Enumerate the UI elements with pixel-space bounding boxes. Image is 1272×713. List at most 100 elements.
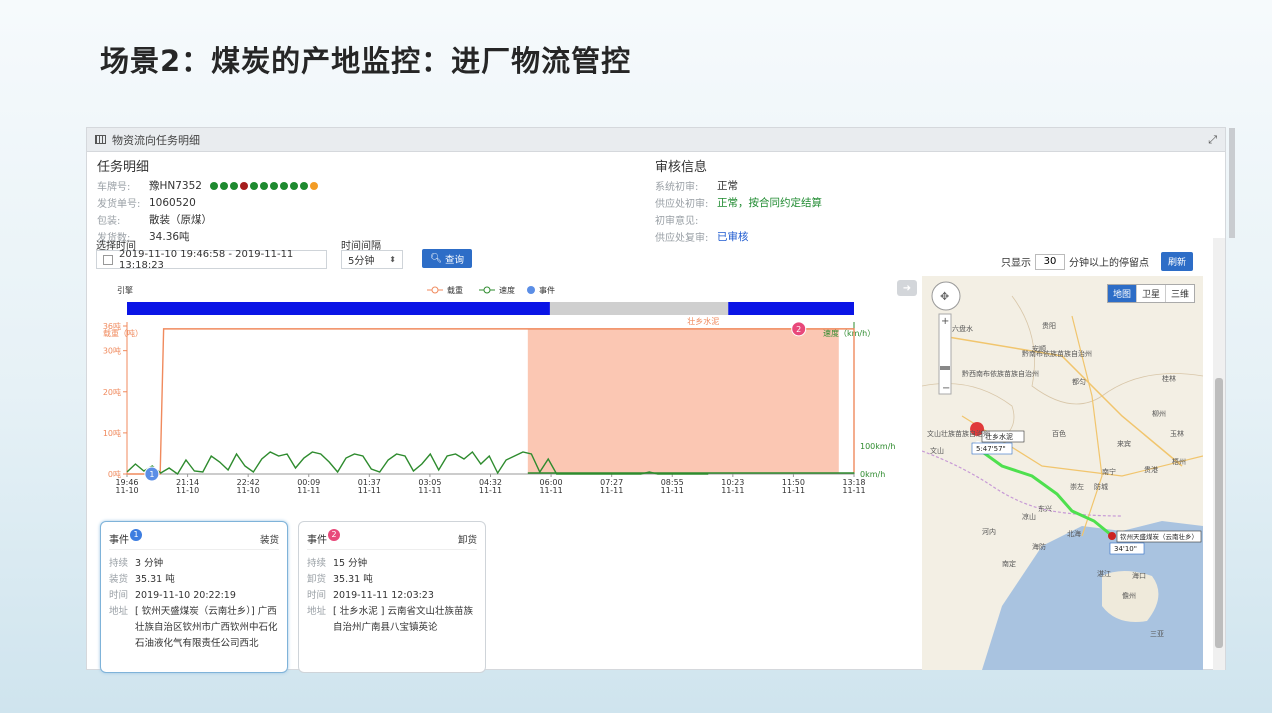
scrollbar-thumb[interactable] bbox=[1215, 378, 1223, 648]
plate-value: 豫HN7352 bbox=[149, 180, 202, 192]
status-dot bbox=[279, 181, 288, 190]
event-badge: 1 bbox=[130, 528, 142, 541]
legend-speed-label: 速度 bbox=[499, 285, 515, 295]
panel-title: 物资流向任务明细 bbox=[112, 133, 200, 147]
map-place-label: 海防 bbox=[1032, 542, 1046, 551]
event-title: 事件 bbox=[109, 535, 129, 546]
legend-load-label: 载重 bbox=[447, 285, 463, 295]
event-row: 时间 2019-11-11 12:03:23 bbox=[307, 590, 434, 601]
plate-label: 车牌号: bbox=[97, 182, 131, 193]
map-place-label: 凉山 bbox=[1022, 512, 1036, 521]
map-place-label: 北海 bbox=[1067, 529, 1081, 538]
stop-minutes-input[interactable] bbox=[1034, 253, 1065, 270]
task-row-order: 发货单号: 1060520 bbox=[97, 194, 597, 211]
audit-row-opinion: 初审意见: bbox=[655, 211, 1155, 228]
road bbox=[1071, 315, 1103, 537]
map-place-label: 六盘水 bbox=[952, 324, 973, 333]
zone-label: 壮乡水泥 bbox=[687, 316, 719, 326]
event-badge: 2 bbox=[328, 528, 340, 541]
map-place-label: 海口 bbox=[1132, 571, 1146, 580]
audit-info: 审核信息 系统初审: 正常 供应处初审: 正常，按合同约定结算 初审意见: 供应… bbox=[655, 156, 1155, 245]
interval-select[interactable]: 5分钟 ⬍ bbox=[341, 250, 403, 269]
panel-header: 物资流向任务明细 ⤢ bbox=[87, 128, 1225, 152]
map-place-label: 梧州 bbox=[1172, 457, 1186, 466]
y-left-tick-label: 30吨 bbox=[103, 346, 121, 356]
legend-load-marker bbox=[431, 286, 439, 294]
supply-audit-value: 正常，按合同约定结算 bbox=[717, 197, 822, 209]
event-card-header: 事件 1 装货 bbox=[109, 528, 279, 550]
map-place-label: 贵港 bbox=[1144, 465, 1158, 474]
event-title: 事件 bbox=[307, 535, 327, 546]
route-map[interactable]: 壮乡水泥 5:47'57" 钦州天盛煤炭（云南壮乡） 34'10" 六盘水 贵阳安… bbox=[922, 276, 1203, 670]
engine-bar-segment bbox=[728, 302, 854, 315]
x-tick-label: 11-11 bbox=[721, 486, 744, 495]
task-detail-panel: 物资流向任务明细 ⤢ 任务明细 车牌号: 豫HN7352 发货单号: 10605… bbox=[86, 127, 1235, 673]
status-dot bbox=[309, 181, 318, 190]
x-tick-label: 11-11 bbox=[782, 486, 805, 495]
table-icon bbox=[95, 135, 106, 144]
x-tick-label: 11-10 bbox=[115, 486, 138, 495]
stop-suffix: 分钟以上的停留点 bbox=[1068, 258, 1149, 269]
stop-prefix: 只显示 bbox=[1000, 258, 1031, 269]
event-kind: 装货 bbox=[259, 534, 279, 546]
time-range-value: 2019-11-10 19:46:58 - 2019-11-11 13:18:2… bbox=[119, 248, 294, 271]
y-left-tick-label: 10吨 bbox=[103, 428, 121, 438]
page-scrollbar[interactable] bbox=[1213, 238, 1225, 670]
x-tick-label: 11-11 bbox=[479, 486, 502, 495]
refresh-button[interactable]: 刷新 bbox=[1160, 252, 1193, 271]
task-info-title: 任务明细 bbox=[97, 160, 150, 175]
y-left-tick-label: 36吨 bbox=[103, 321, 121, 331]
map-canvas[interactable]: 壮乡水泥 5:47'57" 钦州天盛煤炭（云南壮乡） 34'10" 六盘水 贵阳安… bbox=[922, 276, 1203, 670]
x-tick-label: 11-11 bbox=[539, 486, 562, 495]
map-place-label: 儋州 bbox=[1122, 591, 1136, 600]
end-time-label: 5:47'57" bbox=[976, 445, 1006, 453]
zoom-out-icon[interactable]: − bbox=[942, 383, 950, 394]
engine-bar-segment bbox=[549, 302, 729, 315]
panel-scrollbar[interactable] bbox=[1229, 128, 1235, 238]
expand-icon[interactable]: ⤢ bbox=[1208, 133, 1217, 147]
map-place-label: 东兴 bbox=[1038, 504, 1052, 513]
status-dot bbox=[239, 181, 248, 190]
tab-satellite[interactable]: 卫星 bbox=[1135, 285, 1165, 302]
time-range-input[interactable]: 2019-11-10 19:46:58 - 2019-11-11 13:18:2… bbox=[96, 248, 327, 271]
event-row: 持续 3 分钟 bbox=[109, 558, 164, 569]
zoom-handle[interactable] bbox=[940, 366, 950, 370]
map-place-label: 南宁 bbox=[1102, 467, 1116, 476]
y-right-tick-label: 100km/h bbox=[860, 442, 895, 451]
map-place-label: 文山壮族苗族自治州 bbox=[927, 429, 990, 438]
zone-area bbox=[527, 328, 839, 474]
map-place-label: 黔南布依族苗族自治州 bbox=[1022, 349, 1092, 358]
status-dots bbox=[209, 181, 318, 190]
query-button[interactable]: 🔍︎ 查询 bbox=[422, 249, 472, 268]
x-tick-label: 11-11 bbox=[600, 486, 623, 495]
order-label: 发货单号: bbox=[97, 199, 141, 210]
x-tick-label: 11-11 bbox=[297, 486, 320, 495]
event-marker-label: 2 bbox=[796, 325, 801, 334]
event-card-1[interactable]: 事件 1 装货 持续 3 分钟 装货 35.31 吨 时间 2019-11-10 20… bbox=[100, 521, 288, 673]
slide-title: 场景2：煤炭的产地监控：进厂物流管控 bbox=[100, 44, 632, 78]
start-marker[interactable] bbox=[1108, 532, 1116, 540]
zoom-in-icon[interactable]: + bbox=[941, 316, 949, 327]
map-place-label: 桂林 bbox=[1162, 374, 1176, 383]
tab-map[interactable]: 地图 bbox=[1107, 285, 1136, 302]
status-dot bbox=[249, 181, 258, 190]
status-dot bbox=[259, 181, 268, 190]
calendar-icon bbox=[103, 255, 113, 265]
x-tick-label: 11-11 bbox=[842, 486, 865, 495]
collapse-arrow-icon[interactable]: ➜ bbox=[897, 280, 917, 296]
map-place-label: 黔西南布依族苗族自治州 bbox=[962, 369, 1039, 378]
query-label: 查询 bbox=[445, 254, 465, 266]
route-line bbox=[976, 446, 1111, 536]
tab-3d[interactable]: 三维 bbox=[1164, 285, 1194, 302]
map-place-label: 南定 bbox=[1002, 559, 1016, 568]
map-type-tabs: 地图 卫星 三维 bbox=[1106, 284, 1195, 303]
x-tick-label: 11-11 bbox=[661, 486, 684, 495]
package-value: 散装（原煤） bbox=[149, 214, 212, 226]
legend-speed-marker bbox=[483, 286, 491, 294]
map-place-label: 贵阳 bbox=[1042, 321, 1056, 330]
x-tick-label: 11-10 bbox=[237, 486, 260, 495]
event-card-2[interactable]: 事件 2 卸货 持续 15 分钟 卸货 35.31 吨 时间 2019-11-11 1… bbox=[298, 521, 486, 673]
engine-bar-segment bbox=[127, 302, 550, 315]
status-dot bbox=[219, 181, 228, 190]
map-place-label: 三亚 bbox=[1150, 630, 1164, 638]
